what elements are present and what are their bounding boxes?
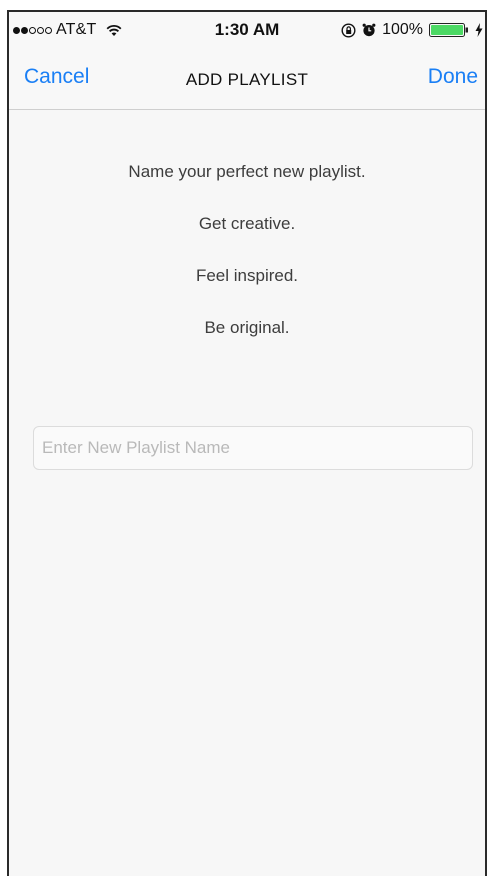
prompt-text: Be original. bbox=[204, 318, 290, 337]
battery-percent: 100% bbox=[382, 21, 423, 38]
done-button[interactable]: Done bbox=[428, 65, 478, 89]
rotation-lock-icon bbox=[341, 22, 356, 38]
add-playlist-content: Name your perfect new playlist. Get crea… bbox=[9, 110, 485, 876]
battery-icon bbox=[429, 23, 468, 37]
prompt-text: Name your perfect new playlist. bbox=[128, 162, 366, 181]
prompt-text: Get creative. bbox=[198, 214, 296, 233]
playlist-name-input[interactable] bbox=[33, 426, 473, 470]
status-right: 100% bbox=[341, 21, 483, 39]
phone-screen: AT&T 1:30 AM 100% Cancel ADD PLAYLIST Do… bbox=[7, 10, 487, 876]
navigation-bar: Cancel ADD PLAYLIST Done bbox=[9, 46, 485, 110]
charging-bolt-icon bbox=[475, 23, 483, 37]
prompt-text: Feel inspired. bbox=[195, 266, 299, 285]
status-bar: AT&T 1:30 AM 100% bbox=[9, 12, 485, 46]
alarm-icon bbox=[362, 23, 376, 37]
page-title: ADD PLAYLIST bbox=[185, 70, 309, 89]
